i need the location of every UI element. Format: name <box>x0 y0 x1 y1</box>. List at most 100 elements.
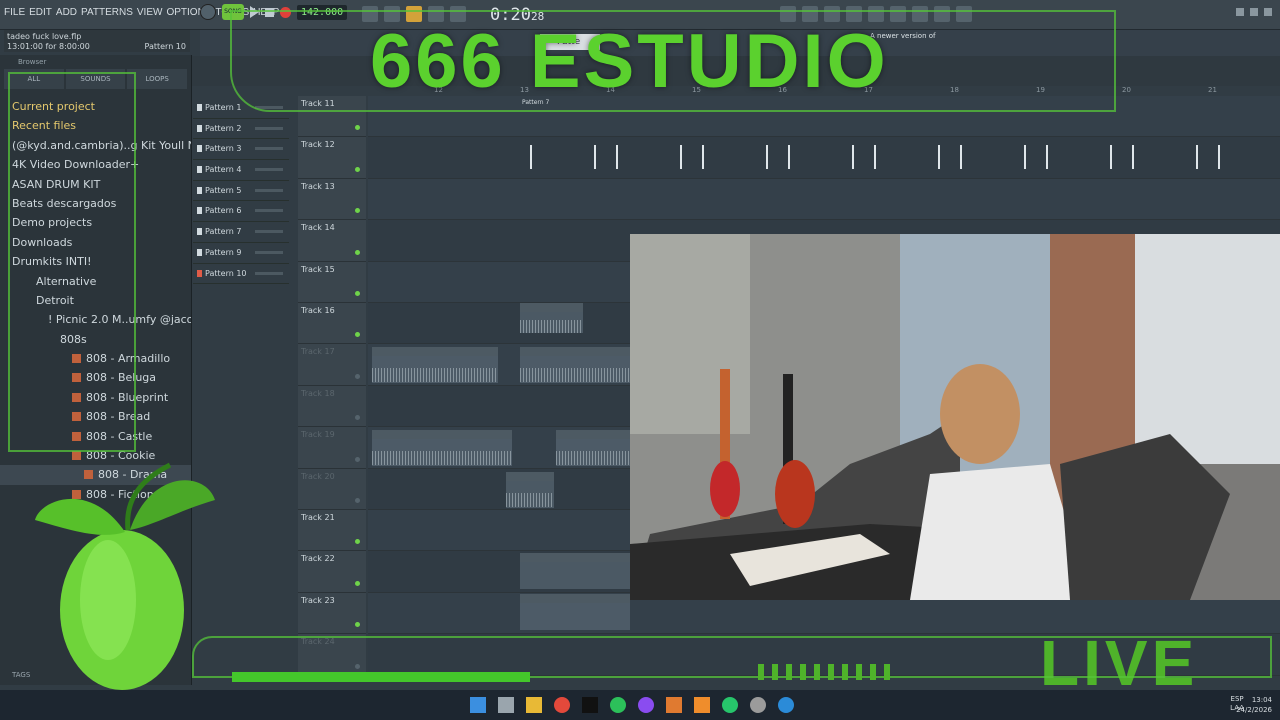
track-label: Track 13 <box>301 181 335 191</box>
note-hit <box>702 145 704 170</box>
note-hit <box>530 145 532 170</box>
track-mute-led[interactable] <box>355 373 360 379</box>
menu-patterns[interactable]: PATTERNS <box>81 7 133 18</box>
meter-bar <box>884 664 890 680</box>
menu-view[interactable]: VIEW <box>137 7 163 18</box>
track-header[interactable]: Track 12 <box>298 137 366 179</box>
clip-tadeo-ref[interactable]: tadeo_REFE <box>506 472 554 508</box>
track-header[interactable]: Track 15 <box>298 261 366 303</box>
close-icon[interactable] <box>1264 8 1272 16</box>
clip-pattern9-label: Pattern 9 <box>522 554 550 561</box>
windows-taskbar: ESP LAA 13:04 24/2/2026 <box>0 690 1280 720</box>
track-lane[interactable] <box>368 137 1280 179</box>
track-label: Track 19 <box>301 430 335 440</box>
clip-tadeo-voz[interactable]: tadeo fuck love_202..3 17-21-45_VOZ REFE <box>372 430 512 466</box>
pattern-picker-item[interactable]: Pattern 4 <box>193 160 289 181</box>
pattern-picker-item[interactable]: Pattern 10 <box>193 264 289 285</box>
track-mute-led[interactable] <box>355 497 360 503</box>
track-header[interactable]: Track 20 <box>298 468 366 510</box>
whatsapp-icon[interactable] <box>722 697 738 713</box>
track-label: Track 22 <box>301 554 335 564</box>
menu-file[interactable]: FILE <box>4 7 25 18</box>
note-hit <box>680 145 682 170</box>
track-mute-led[interactable] <box>355 208 360 214</box>
track-label: Track 16 <box>301 306 335 315</box>
clip-consolidated-2[interactable] <box>520 347 630 383</box>
meter-bar <box>814 664 820 680</box>
track-header[interactable]: Track 18 <box>298 385 366 428</box>
track-mute-led[interactable] <box>355 166 360 172</box>
note-hit <box>616 145 618 170</box>
system-clock[interactable]: 13:04 24/2/2026 <box>1236 695 1272 715</box>
ruler-tick: 21 <box>1208 86 1217 94</box>
pattern-picker-item[interactable]: Pattern 3 <box>193 139 289 161</box>
pat-song-toggle[interactable] <box>200 4 216 20</box>
overlay-bar <box>232 672 530 682</box>
track-mute-led[interactable] <box>355 332 360 338</box>
clip-consolidated-label: Pattern 2 (consoli..ted) (consolidated) <box>374 348 488 355</box>
webcam-feed <box>630 234 1280 600</box>
pattern-picker-item[interactable]: Pattern 6 <box>193 201 289 223</box>
meter-bar <box>800 664 806 680</box>
capcut-icon[interactable] <box>582 697 598 713</box>
track-mute-led[interactable] <box>355 456 360 462</box>
track-mute-led[interactable] <box>355 539 360 545</box>
track-header[interactable]: Track 14 <box>298 220 366 262</box>
track-mute-led[interactable] <box>355 622 360 628</box>
fl-studio-icon-2[interactable] <box>694 697 710 713</box>
note-hit <box>1132 145 1134 170</box>
obs-icon[interactable] <box>638 697 654 713</box>
maximize-icon[interactable] <box>1250 8 1258 16</box>
clip-consolidated[interactable]: Pattern 2 (consoli..ted) (consolidated) <box>372 347 498 383</box>
project-info: tadeo fuck love.flp 13:01:00 for 8:00:00… <box>4 30 190 52</box>
audio-file-icon <box>72 451 81 461</box>
track-mute-led[interactable] <box>355 290 360 296</box>
pattern-picker-item[interactable]: Pattern 7 <box>193 222 289 243</box>
track-header[interactable]: Track 19 <box>298 427 366 469</box>
track-header[interactable]: Track 13 <box>298 178 366 221</box>
clip-pattern10[interactable]: Pattern 10 <box>520 594 630 630</box>
track-mute-led[interactable] <box>355 249 360 255</box>
waveform <box>372 451 512 465</box>
track-mute-led[interactable] <box>355 415 360 421</box>
taskview-icon[interactable] <box>498 697 514 713</box>
track-mute-led[interactable] <box>355 125 360 131</box>
clip-tadeo-b[interactable]: tadeo fuck love_202 <box>556 430 630 466</box>
minimize-icon[interactable] <box>1236 8 1244 16</box>
clip-tadeo-voz-label: tadeo fuck love_202..3 17-21-45_VOZ REFE <box>374 431 505 438</box>
clip-mo-sfx[interactable]: @mo_Sfx] <box>520 303 583 333</box>
fl-studio-icon[interactable] <box>666 697 682 713</box>
clock-time: 13:04 <box>1251 696 1272 704</box>
pattern-picker-item[interactable]: Pattern 9 <box>193 243 289 264</box>
settings-icon[interactable] <box>750 697 766 713</box>
start-icon[interactable] <box>470 697 486 713</box>
tags-label[interactable]: TAGS <box>12 671 30 679</box>
project-pattern: Pattern 10 <box>144 42 186 51</box>
note-hit <box>1024 145 1026 170</box>
edge-icon[interactable] <box>778 697 794 713</box>
browser-title: Browser <box>18 58 47 66</box>
tab-loops[interactable]: LOOPS <box>127 69 188 89</box>
pattern-picker-item[interactable]: Pattern 5 <box>193 181 289 202</box>
clip-pattern9[interactable]: Pattern 9 <box>520 553 630 589</box>
overlay-meter <box>758 664 890 680</box>
chrome-icon[interactable] <box>554 697 570 713</box>
track-header[interactable]: Track 23 <box>298 592 366 635</box>
menu-add[interactable]: ADD <box>56 7 77 18</box>
track-header[interactable]: Track 16 <box>298 303 366 345</box>
track-header[interactable]: Track 21 <box>298 510 366 552</box>
ruler-tick: 20 <box>1122 86 1131 94</box>
track-mute-led[interactable] <box>355 580 360 586</box>
track-label: Track 15 <box>301 264 335 274</box>
spotify-icon[interactable] <box>610 697 626 713</box>
note-hit <box>788 145 790 170</box>
pattern-picker-item[interactable]: Pattern 2 <box>193 119 289 140</box>
waveform <box>506 493 554 507</box>
menu-edit[interactable]: EDIT <box>29 7 52 18</box>
explorer-icon[interactable] <box>526 697 542 713</box>
track-lane[interactable] <box>368 178 1280 221</box>
track-label: Track 18 <box>301 388 335 398</box>
track-header[interactable]: Track 22 <box>298 551 366 593</box>
track-label: Track 12 <box>301 140 335 150</box>
track-header[interactable]: Track 17 <box>298 344 366 386</box>
